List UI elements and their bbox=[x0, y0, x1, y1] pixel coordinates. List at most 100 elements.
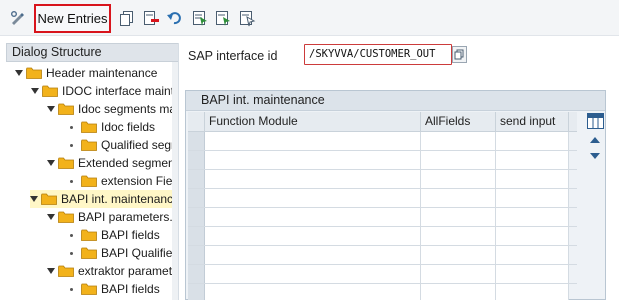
bapi-maintenance-title: BAPI int. maintenance bbox=[186, 91, 605, 111]
function-module-cell[interactable] bbox=[205, 170, 421, 188]
function-module-cell[interactable] bbox=[205, 265, 421, 283]
send-input-cell[interactable] bbox=[496, 265, 569, 283]
row-selector[interactable] bbox=[188, 265, 205, 283]
tree-item[interactable]: BAPI fields bbox=[66, 226, 160, 244]
tree-item[interactable]: BAPI Qualified bbox=[66, 244, 179, 262]
select-block-icon[interactable] bbox=[214, 9, 232, 27]
deselect-all-icon[interactable] bbox=[238, 9, 256, 27]
row-selector[interactable] bbox=[188, 227, 205, 245]
tree-item[interactable]: Header maintenance bbox=[14, 64, 157, 82]
allfields-cell[interactable] bbox=[421, 132, 496, 150]
send-input-cell[interactable] bbox=[496, 227, 569, 245]
expand-arrow-icon[interactable] bbox=[46, 154, 55, 172]
function-module-cell[interactable] bbox=[205, 227, 421, 245]
scroll-up-arrow-icon[interactable] bbox=[589, 136, 601, 144]
function-module-cell[interactable] bbox=[205, 151, 421, 169]
select-column-header[interactable] bbox=[188, 112, 205, 131]
table-row bbox=[188, 246, 577, 265]
delete-icon[interactable] bbox=[142, 9, 160, 27]
tree-item[interactable]: BAPI parameters. bbox=[46, 208, 173, 226]
dialog-structure-title: Dialog Structure bbox=[6, 43, 178, 62]
undo-icon[interactable] bbox=[166, 9, 184, 27]
display-change-icon[interactable] bbox=[9, 9, 27, 27]
expand-arrow-icon[interactable] bbox=[46, 208, 55, 226]
allfields-cell[interactable] bbox=[421, 170, 496, 188]
sap-interface-id-label: SAP interface id bbox=[188, 49, 278, 63]
tree-item[interactable]: BAPI fields bbox=[66, 280, 160, 298]
folder-icon bbox=[58, 211, 74, 223]
folder-icon bbox=[81, 247, 97, 259]
allfields-cell[interactable] bbox=[421, 265, 496, 283]
row-selector[interactable] bbox=[188, 170, 205, 188]
row-selector[interactable] bbox=[188, 132, 205, 150]
tree-item[interactable]: Idoc fields bbox=[66, 118, 155, 136]
expand-arrow-icon[interactable] bbox=[14, 64, 23, 82]
send-input-cell[interactable] bbox=[496, 132, 569, 150]
row-selector[interactable] bbox=[188, 208, 205, 226]
tree-bullet-icon bbox=[70, 287, 73, 291]
tree-bullet-icon bbox=[70, 233, 73, 237]
send-input-cell[interactable] bbox=[496, 208, 569, 226]
scroll-down-arrow-icon[interactable] bbox=[589, 152, 601, 160]
folder-icon bbox=[58, 103, 74, 115]
tree-item[interactable]: IDOC interface maint bbox=[30, 82, 174, 100]
row-selector[interactable] bbox=[188, 151, 205, 169]
send-input-cell[interactable] bbox=[496, 189, 569, 207]
value-help-icon[interactable] bbox=[452, 46, 467, 63]
allfields-cell[interactable] bbox=[421, 208, 496, 226]
tree-item-label: extension Field bbox=[101, 174, 179, 188]
tree-item-label: BAPI Qualified bbox=[101, 246, 179, 260]
tree-item[interactable]: Idoc segments ma bbox=[46, 100, 176, 118]
allfields-cell[interactable] bbox=[421, 189, 496, 207]
table-row bbox=[188, 132, 577, 151]
new-entries-button[interactable]: New Entries bbox=[34, 4, 111, 33]
expand-arrow-icon[interactable] bbox=[30, 82, 39, 100]
folder-icon bbox=[81, 139, 97, 151]
tree-bullet-icon bbox=[70, 251, 73, 255]
row-selector[interactable] bbox=[188, 246, 205, 264]
send-input-cell[interactable] bbox=[496, 246, 569, 264]
tree-item[interactable]: extension Field bbox=[66, 172, 179, 190]
function-module-cell[interactable] bbox=[205, 246, 421, 264]
tree-item[interactable]: Extended segmen bbox=[46, 154, 175, 172]
expand-arrow-icon[interactable] bbox=[30, 190, 38, 208]
table-settings-icon[interactable] bbox=[587, 113, 604, 129]
function-module-cell[interactable] bbox=[205, 132, 421, 150]
column-header-function-module[interactable]: Function Module bbox=[205, 112, 421, 131]
tree-item[interactable]: Qualified segm bbox=[66, 136, 178, 154]
function-module-cell[interactable] bbox=[205, 284, 421, 300]
bapi-table: Function Module AllFields send input bbox=[188, 112, 577, 300]
table-row bbox=[188, 189, 577, 208]
function-module-cell[interactable] bbox=[205, 208, 421, 226]
tree-item-label: BAPI int. maintenanc bbox=[61, 192, 174, 206]
select-all-icon[interactable] bbox=[191, 9, 209, 27]
application-toolbar: New Entries bbox=[0, 0, 619, 36]
send-input-cell[interactable] bbox=[496, 170, 569, 188]
tree-item[interactable]: BAPI int. maintenanc bbox=[30, 190, 174, 208]
tree-scrollbar[interactable] bbox=[172, 62, 178, 300]
column-header-send-input[interactable]: send input bbox=[496, 112, 569, 131]
column-header-allfields[interactable]: AllFields bbox=[421, 112, 496, 131]
row-selector[interactable] bbox=[188, 189, 205, 207]
folder-icon bbox=[81, 229, 97, 241]
table-row bbox=[188, 208, 577, 227]
allfields-cell[interactable] bbox=[421, 151, 496, 169]
tree-item[interactable]: extraktor paramet bbox=[46, 262, 172, 280]
copy-icon[interactable] bbox=[118, 9, 136, 27]
send-input-cell[interactable] bbox=[496, 284, 569, 300]
folder-icon bbox=[58, 265, 74, 277]
function-module-cell[interactable] bbox=[205, 189, 421, 207]
tree-bullet-icon bbox=[70, 125, 73, 129]
allfields-cell[interactable] bbox=[421, 284, 496, 300]
sap-interface-id-field[interactable]: /SKYVVA/CUSTOMER_OUT bbox=[304, 44, 452, 65]
folder-icon bbox=[81, 283, 97, 295]
tree-item-label: extraktor paramet bbox=[78, 264, 173, 278]
send-input-cell[interactable] bbox=[496, 151, 569, 169]
row-selector[interactable] bbox=[188, 284, 205, 300]
table-row bbox=[188, 265, 577, 284]
allfields-cell[interactable] bbox=[421, 227, 496, 245]
expand-arrow-icon[interactable] bbox=[46, 262, 55, 280]
expand-arrow-icon[interactable] bbox=[46, 100, 55, 118]
tree-bullet-icon bbox=[70, 143, 73, 147]
allfields-cell[interactable] bbox=[421, 246, 496, 264]
